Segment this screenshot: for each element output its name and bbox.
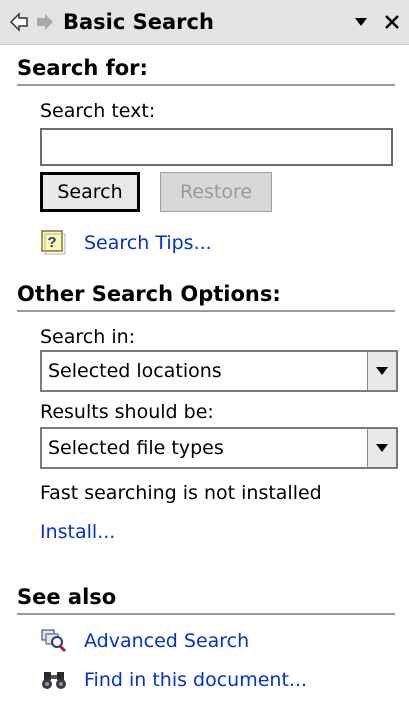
results-value: Selected file types — [48, 437, 224, 459]
search-text-label: Search text: — [40, 100, 156, 122]
search-tips-link[interactable]: Search Tips... — [84, 231, 212, 255]
search-in-label: Search in: — [40, 326, 136, 348]
back-arrow-icon[interactable] — [8, 0, 30, 44]
other-options-heading: Other Search Options: — [17, 282, 281, 306]
chevron-down-icon[interactable] — [367, 352, 396, 390]
basic-search-task-pane: Basic Search Search for: Search text: Se… — [0, 0, 409, 711]
install-link[interactable]: Install... — [40, 520, 115, 544]
search-in-select[interactable]: Selected locations — [40, 350, 398, 392]
binoculars-icon — [40, 666, 68, 692]
dropdown-triangle-icon[interactable] — [352, 0, 370, 44]
search-text-input[interactable] — [40, 128, 393, 166]
results-label: Results should be: — [40, 401, 214, 423]
advanced-search-link[interactable]: Advanced Search — [84, 629, 249, 653]
advanced-search-icon — [40, 627, 68, 653]
fast-search-status: Fast searching is not installed — [40, 482, 322, 504]
svg-text:?: ? — [47, 234, 56, 251]
close-icon[interactable] — [382, 0, 402, 44]
section-divider — [17, 613, 395, 615]
see-also-heading: See also — [17, 585, 117, 609]
find-in-document-link[interactable]: Find in this document... — [84, 668, 307, 692]
section-divider — [17, 84, 395, 86]
restore-button[interactable]: Restore — [160, 172, 272, 212]
search-in-value: Selected locations — [48, 360, 222, 382]
search-for-heading: Search for: — [17, 56, 148, 80]
task-pane-titlebar: Basic Search — [0, 0, 409, 45]
chevron-down-icon[interactable] — [367, 429, 396, 467]
results-select[interactable]: Selected file types — [40, 427, 398, 469]
task-pane-title: Basic Search — [63, 10, 214, 34]
help-question-icon: ? — [40, 229, 66, 255]
forward-arrow-icon[interactable] — [34, 0, 56, 44]
section-divider — [17, 310, 395, 312]
search-button[interactable]: Search — [40, 172, 140, 212]
